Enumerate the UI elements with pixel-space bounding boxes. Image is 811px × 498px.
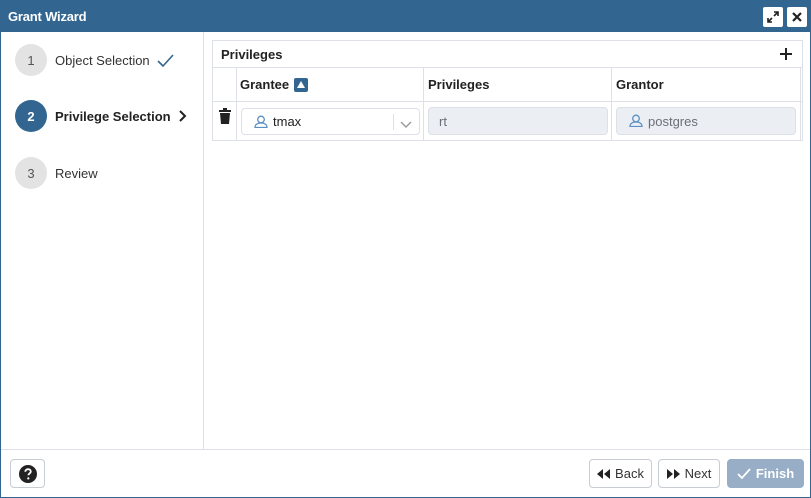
- trash-icon: [219, 108, 231, 124]
- help-button[interactable]: [10, 459, 45, 488]
- grantor-column-header[interactable]: Grantor: [616, 77, 664, 92]
- sort-ascending-icon[interactable]: [294, 77, 309, 92]
- dialog-title: Grant Wizard: [8, 9, 87, 24]
- chevron-down-icon[interactable]: [400, 117, 412, 132]
- close-button[interactable]: [787, 7, 807, 27]
- privileges-panel-title: Privileges: [221, 47, 283, 62]
- checkmark-icon: [737, 468, 751, 479]
- checkmark-icon: [156, 53, 174, 67]
- title-bar[interactable]: Grant Wizard: [1, 1, 810, 32]
- add-row-button[interactable]: [777, 45, 795, 63]
- close-icon: [792, 12, 802, 22]
- delete-row-button[interactable]: [218, 108, 232, 124]
- user-icon: [254, 115, 268, 131]
- next-button[interactable]: Next: [658, 459, 720, 488]
- plus-icon: [780, 48, 792, 60]
- user-icon: [629, 114, 643, 130]
- grantee-column-header[interactable]: Grantee: [240, 77, 309, 92]
- step-number: 2: [15, 100, 47, 132]
- grantee-select[interactable]: tmax: [241, 108, 420, 135]
- column-divider: [800, 68, 801, 140]
- privileges-panel: Privileges Grantee Privileges Grantor tm…: [212, 40, 803, 141]
- privileges-field[interactable]: rt: [428, 107, 608, 135]
- dialog-footer: Back Next Finish: [1, 449, 810, 497]
- header-divider: [213, 101, 802, 102]
- privileges-column-header[interactable]: Privileges: [428, 77, 489, 92]
- privileges-grid: Grantee Privileges Grantor tmax rt postg…: [213, 68, 802, 140]
- maximize-button[interactable]: [763, 7, 783, 27]
- expand-icon: [767, 11, 779, 23]
- finish-button[interactable]: Finish: [727, 459, 804, 488]
- rewind-icon: [597, 468, 611, 479]
- grantor-field: postgres: [616, 107, 796, 135]
- select-divider: [393, 114, 394, 130]
- column-divider: [423, 68, 424, 140]
- grantee-value: tmax: [273, 114, 302, 129]
- column-divider: [236, 68, 237, 140]
- chevron-right-icon: [177, 110, 187, 122]
- question-circle-icon: [18, 464, 37, 483]
- grantor-value: postgres: [648, 114, 698, 129]
- step-number: 1: [15, 44, 47, 76]
- privileges-value: rt: [439, 114, 447, 129]
- step-label: Review: [55, 165, 98, 181]
- step-label: Object Selection: [55, 52, 150, 68]
- back-button[interactable]: Back: [589, 459, 652, 488]
- step-object-selection: 1 Object Selection: [15, 44, 174, 76]
- step-label: Privilege Selection: [55, 108, 171, 124]
- fast-forward-icon: [666, 468, 680, 479]
- privileges-panel-header: Privileges: [213, 41, 802, 68]
- grant-wizard-dialog: Grant Wizard 1 Object Selection 2 Privil…: [0, 0, 811, 498]
- step-privilege-selection: 2 Privilege Selection: [15, 100, 187, 132]
- step-number: 3: [15, 157, 47, 189]
- wizard-steps-sidebar: 1 Object Selection 2 Privilege Selection…: [1, 32, 204, 449]
- column-divider: [611, 68, 612, 140]
- step-review: 3 Review: [15, 157, 98, 189]
